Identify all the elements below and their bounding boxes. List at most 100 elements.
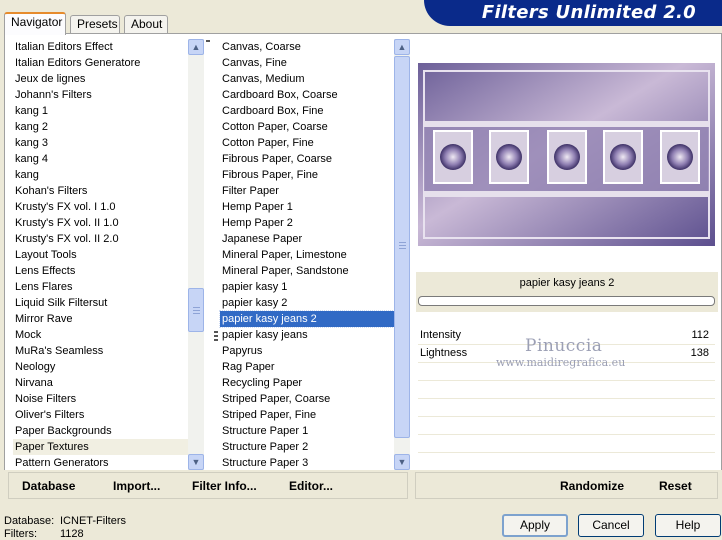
filter-item[interactable]: Mineral Paper, Limestone — [220, 247, 394, 263]
category-item[interactable]: MuRa's Seamless — [13, 343, 188, 359]
import-button[interactable]: Import... — [113, 479, 160, 493]
tab-about[interactable]: About — [124, 15, 168, 34]
filter-item[interactable]: papier kasy 1 — [220, 279, 394, 295]
filter-item[interactable]: Canvas, Medium — [220, 71, 394, 87]
param-value: 138 — [690, 347, 709, 359]
scroll-down-icon[interactable]: ▼ — [394, 454, 410, 470]
param-row-empty — [418, 417, 715, 435]
category-item[interactable]: Italian Editors Effect — [13, 39, 188, 55]
filter-info-button[interactable]: Filter Info... — [192, 479, 257, 493]
filters-count-label: Filters: — [4, 528, 37, 540]
filter-item[interactable]: Striped Paper, Coarse — [220, 391, 394, 407]
filter-item[interactable]: Structure Paper 3 — [220, 455, 394, 471]
filter-item[interactable]: Cardboard Box, Coarse — [220, 87, 394, 103]
filter-item[interactable]: Hemp Paper 1 — [220, 199, 394, 215]
category-item[interactable]: Italian Editors Generatore — [13, 55, 188, 71]
filter-item[interactable]: Rag Paper — [220, 359, 394, 375]
scroll-down-icon[interactable]: ▼ — [188, 454, 204, 470]
category-scrollbar[interactable]: ▲ ▼ — [188, 39, 204, 470]
category-item[interactable]: Paper Textures — [13, 439, 188, 455]
category-item[interactable]: kang 3 — [13, 135, 188, 151]
filter-item[interactable]: Fibrous Paper, Fine — [220, 167, 394, 183]
filter-scrollbar[interactable]: ▲ ▼ — [394, 39, 410, 470]
randomize-button[interactable]: Randomize — [560, 479, 624, 493]
title-banner: Filters Unlimited 2.0 — [424, 0, 722, 26]
app-title: Filters Unlimited 2.0 — [481, 2, 696, 23]
category-item[interactable]: Nirvana — [13, 375, 188, 391]
param-row-empty — [418, 453, 715, 471]
category-item[interactable]: Liquid Silk Filtersut — [13, 295, 188, 311]
filter-item[interactable]: Cotton Paper, Coarse — [220, 119, 394, 135]
apply-button[interactable]: Apply — [502, 514, 568, 537]
category-item[interactable]: Pattern Generators — [13, 455, 188, 471]
filter-list[interactable]: Canvas, Coarse Canvas, Fine Canvas, Medium… — [219, 39, 395, 471]
category-item[interactable]: Oliver's Filters — [13, 407, 188, 423]
category-item[interactable]: Kohan's Filters — [13, 183, 188, 199]
editor-button[interactable]: Editor... — [289, 479, 333, 493]
param-row-empty — [418, 381, 715, 399]
scroll-up-icon[interactable]: ▲ — [394, 39, 410, 55]
filter-item[interactable]: Structure Paper 2 — [220, 439, 394, 455]
category-scroll-thumb[interactable] — [188, 288, 204, 332]
preview-filter-name: papier kasy jeans 2 — [519, 277, 615, 289]
cancel-button[interactable]: Cancel — [578, 514, 644, 537]
filter-item[interactable]: Canvas, Fine — [220, 55, 394, 71]
param-label: Intensity — [420, 329, 461, 341]
param-row-empty — [418, 435, 715, 453]
category-item[interactable]: Noise Filters — [13, 391, 188, 407]
filter-item[interactable]: papier kasy jeans 2 — [219, 310, 395, 328]
database-value: ICNET-Filters — [60, 515, 126, 527]
param-value: 112 — [691, 329, 709, 341]
filter-item[interactable]: Striped Paper, Fine — [220, 407, 394, 423]
filter-item[interactable]: Hemp Paper 2 — [220, 215, 394, 231]
category-item[interactable]: Layout Tools — [13, 247, 188, 263]
category-item[interactable]: Mock — [13, 327, 188, 343]
category-item[interactable]: Krusty's FX vol. II 2.0 — [13, 231, 188, 247]
category-item[interactable]: Paper Backgrounds — [13, 423, 188, 439]
filter-item[interactable]: Canvas, Coarse — [220, 39, 394, 55]
category-item[interactable]: Lens Effects — [13, 263, 188, 279]
scroll-up-icon[interactable]: ▲ — [188, 39, 204, 55]
filter-scroll-thumb[interactable] — [394, 56, 410, 438]
tab-navigator[interactable]: Navigator — [4, 12, 66, 35]
category-item[interactable]: kang — [13, 167, 188, 183]
category-item[interactable]: kang 1 — [13, 103, 188, 119]
category-item[interactable]: Lens Flares — [13, 279, 188, 295]
filter-item[interactable]: Filter Paper — [220, 183, 394, 199]
filter-item[interactable]: Fibrous Paper, Coarse — [220, 151, 394, 167]
category-item[interactable]: Jeux de lignes — [13, 71, 188, 87]
filter-item[interactable]: papier kasy jeans — [220, 327, 394, 343]
filter-item[interactable]: Cotton Paper, Fine — [220, 135, 394, 151]
separator-mark — [206, 40, 210, 42]
database-button[interactable]: Database — [22, 479, 75, 493]
preview-info-panel: papier kasy jeans 2 — [416, 272, 718, 312]
filter-item[interactable]: Papyrus — [220, 343, 394, 359]
category-item[interactable]: Neology — [13, 359, 188, 375]
param-row-empty — [418, 399, 715, 417]
preview-image — [418, 63, 715, 246]
category-item[interactable]: kang 2 — [13, 119, 188, 135]
category-item[interactable]: Johann's Filters — [13, 87, 188, 103]
bottom-toolbar: Database Import... Filter Info... Editor… — [4, 470, 722, 501]
category-item[interactable]: kang 4 — [13, 151, 188, 167]
help-button[interactable]: Help — [655, 514, 721, 537]
category-item[interactable]: Mirror Rave — [13, 311, 188, 327]
selection-marker-icon — [214, 331, 218, 333]
category-item[interactable]: Krusty's FX vol. I 1.0 — [13, 199, 188, 215]
filter-item[interactable]: Mineral Paper, Sandstone — [220, 263, 394, 279]
filter-item[interactable]: papier kasy 2 — [220, 295, 394, 311]
tab-presets[interactable]: Presets — [70, 15, 120, 34]
filter-item[interactable]: Japanese Paper — [220, 231, 394, 247]
reset-button[interactable]: Reset — [659, 479, 692, 493]
database-label: Database: — [4, 515, 55, 527]
watermark-title: Pinuccia — [525, 336, 603, 356]
watermark-url: www.maidiregrafica.eu — [496, 356, 626, 369]
preview-graphic — [418, 63, 715, 246]
filter-item[interactable]: Recycling Paper — [220, 375, 394, 391]
category-list[interactable]: Italian Editors Effect Italian Editors Ge… — [13, 39, 188, 470]
category-item[interactable]: Krusty's FX vol. II 1.0 — [13, 215, 188, 231]
filter-item[interactable]: Structure Paper 1 — [220, 423, 394, 439]
progress-bar — [418, 296, 715, 306]
param-label: Lightness — [420, 347, 468, 359]
filter-item[interactable]: Cardboard Box, Fine — [220, 103, 394, 119]
